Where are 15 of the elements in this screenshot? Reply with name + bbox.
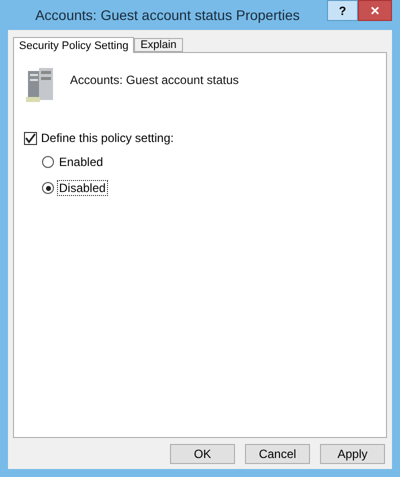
policy-name: Accounts: Guest account status (70, 73, 239, 87)
dialog-button[interactable]: Cancel (245, 444, 310, 464)
radio-label: Disabled (58, 181, 107, 195)
help-button[interactable]: ? (327, 0, 358, 21)
radio-button[interactable] (42, 182, 54, 194)
window-title: Accounts: Guest account status Properties (34, 6, 301, 23)
radio-label: Enabled (58, 155, 104, 169)
checkbox[interactable] (24, 132, 37, 144)
dialog-button[interactable]: Apply (320, 444, 385, 464)
radio-button[interactable] (42, 156, 54, 168)
tab[interactable]: Explain (134, 38, 183, 52)
close-button[interactable]: ✕ (358, 0, 392, 21)
tab[interactable]: Security Policy Setting (13, 37, 134, 53)
checkbox-label: Define this policy setting: (41, 131, 174, 145)
dialog-button[interactable]: OK (170, 444, 235, 464)
